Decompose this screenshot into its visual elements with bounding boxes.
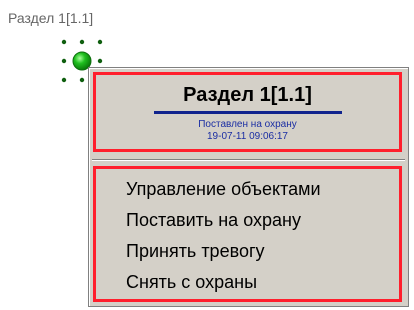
menu-title-underline (153, 111, 342, 114)
menu-item-arm[interactable]: Поставить на охрану (96, 205, 399, 236)
context-menu: Раздел 1[1.1] Поставлен на охрану 19-07-… (88, 67, 409, 307)
menu-item-accept-alarm[interactable]: Принять тревогу (96, 236, 399, 267)
context-menu-header: Раздел 1[1.1] Поставлен на охрану 19-07-… (93, 72, 402, 152)
context-menu-items: Управление объектами Поставить на охрану… (93, 166, 402, 302)
menu-item-disarm[interactable]: Снять с охраны (96, 267, 399, 298)
menu-title: Раздел 1[1.1] (183, 84, 312, 106)
menu-separator (92, 159, 405, 161)
object-label: Раздел 1[1.1] (8, 10, 94, 26)
menu-item-object-control[interactable]: Управление объектами (96, 174, 399, 205)
status-timestamp: 19-07-11 09:06:17 (207, 131, 288, 142)
status-text: Поставлен на охрану (198, 119, 297, 130)
